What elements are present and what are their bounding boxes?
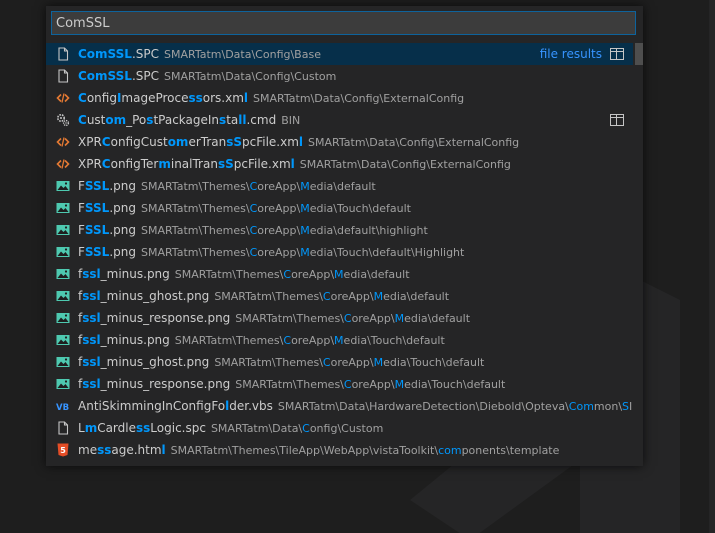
result-path: SMARTatm\Data\Config\ExternalConfig [299,158,511,171]
image-icon [56,269,70,279]
result-path: SMARTatm\Themes\CoreApp\Media\Touch\defa… [140,246,465,259]
open-to-side-icon[interactable] [610,114,624,126]
result-filename: FSSL.png SMARTatm\Themes\CoreApp\Media\de… [78,223,428,237]
results-scrollbar[interactable] [635,43,643,466]
result-filename: FSSL.png SMARTatm\Themes\CoreApp\Media\To… [78,245,465,259]
result-path: SMARTatm\Themes\CoreApp\Media\Touch\defa… [174,334,445,347]
image-icon [56,225,70,235]
result-path: SMARTatm\Themes\CoreApp\Media\default [174,268,410,281]
image-icon [56,247,70,257]
result-filename: ComSSL.SPC SMARTatm\Data\Config\Base [78,47,321,61]
result-path: SMARTatm\Themes\CoreApp\Media\Touch\defa… [214,356,485,369]
result-row[interactable]: LmCardlessLogic.spc SMARTatm\Data\Config\… [46,417,633,439]
result-row[interactable]: ConfigImageProcessors.xml SMARTatm\Data\C… [46,87,633,109]
result-filename: XPRConfigTerminalTransSpcFile.xml SMARTat… [78,157,511,171]
result-filename: ConfigImageProcessors.xml SMARTatm\Data\C… [78,91,465,105]
image-icon [56,313,70,323]
result-path: SMARTatm\Data\Config\ExternalConfig [308,136,520,149]
result-row[interactable]: fssl_minus.png SMARTatm\Themes\CoreApp\Me… [46,263,633,285]
result-filename: ComSSL.SPC SMARTatm\Data\Config\Custom [78,69,337,83]
result-path: SMARTatm\Themes\CoreApp\Media\default [235,312,471,325]
image-icon [56,291,70,301]
result-filename: Custom_PostPackageInstall.cmd BIN [78,113,301,127]
result-row[interactable]: fssl_minus_response.png SMARTatm\Themes\C… [46,307,633,329]
result-path: SMARTatm\Themes\TileApp\WebApp\vistaTool… [170,444,560,457]
result-row[interactable]: FSSL.png SMARTatm\Themes\CoreApp\Media\To… [46,197,633,219]
result-filename: fssl_minus_ghost.png SMARTatm\Themes\Core… [78,355,485,369]
result-path: SMARTatm\Data\Config\Custom [164,70,337,83]
xml-icon [56,93,70,103]
result-path: SMARTatm\Data\Config\Base [164,48,321,61]
file-results-label: file results [539,47,602,61]
file-icon [58,69,69,83]
open-to-side-icon[interactable] [610,48,624,60]
result-path: SMARTatm\Data\Config\ExternalConfig [253,92,465,105]
result-path: SMARTatm\Themes\CoreApp\Media\Touch\defa… [235,378,506,391]
quick-open-input[interactable] [51,11,636,35]
result-filename: FSSL.png SMARTatm\Themes\CoreApp\Media\de… [78,179,376,193]
result-filename: fssl_minus.png SMARTatm\Themes\CoreApp\Me… [78,267,410,281]
file-icon [58,47,69,61]
result-path: SMARTatm\Themes\CoreApp\Media\Touch\defa… [140,202,411,215]
result-filename: XPRConfigCustomerTransSpcFile.xml SMARTat… [78,135,520,149]
scrollbar-thumb[interactable] [635,43,643,65]
result-row[interactable]: FSSL.png SMARTatm\Themes\CoreApp\Media\To… [46,241,633,263]
result-filename: fssl_minus.png SMARTatm\Themes\CoreApp\Me… [78,333,445,347]
result-row[interactable]: FSSL.png SMARTatm\Themes\CoreApp\Media\de… [46,219,633,241]
result-actions [610,109,629,131]
quick-open-widget: ComSSL.SPCSMARTatm\Data\Config\Base file … [46,6,643,466]
results-list: ComSSL.SPC SMARTatm\Data\Config\Base file … [46,43,633,461]
result-row[interactable]: XPRConfigCustomerTransSpcFile.xml SMARTat… [46,131,633,153]
result-filename: fssl_minus_response.png SMARTatm\Themes\C… [78,377,506,391]
result-path: BIN [281,114,301,127]
result-row[interactable]: ComSSL.SPC SMARTatm\Data\Config\Base file … [46,43,633,65]
result-actions: file results [540,43,629,65]
file-icon [58,421,69,435]
result-filename: LmCardlessLogic.spc SMARTatm\Data\Config\… [78,421,384,435]
image-icon [56,379,70,389]
xml-icon [56,137,70,147]
vbs-icon: VB [56,403,69,413]
result-row[interactable]: Custom_PostPackageInstall.cmd BIN [46,109,633,131]
svg-text:VB: VB [56,403,69,413]
result-filename: FSSL.png SMARTatm\Themes\CoreApp\Media\To… [78,201,411,215]
result-filename: message.html SMARTatm\Themes\TileApp\WebA… [78,443,560,457]
result-filename: fssl_minus_response.png SMARTatm\Themes\C… [78,311,471,325]
image-icon [56,181,70,191]
result-path: SMARTatm\Data\HardwareDetection\Diebold\… [277,400,633,413]
result-row[interactable]: FSSL.png SMARTatm\Themes\CoreApp\Media\de… [46,175,633,197]
result-row[interactable]: fssl_minus.png SMARTatm\Themes\CoreApp\Me… [46,329,633,351]
xml-icon [56,159,70,169]
result-row[interactable]: VB AntiSkimmingInConfigFolder.vbs SMARTatm… [46,395,633,417]
scrollbar-strip [709,0,715,533]
image-icon [56,335,70,345]
result-path: SMARTatm\Themes\CoreApp\Media\default [214,290,450,303]
image-icon [56,203,70,213]
svg-text:5: 5 [60,446,66,455]
image-icon [56,357,70,367]
result-path: SMARTatm\Themes\CoreApp\Media\default [140,180,376,193]
editor-background: ComSSL.SPCSMARTatm\Data\Config\Base file … [0,0,715,533]
result-row[interactable]: XPRConfigTerminalTransSpcFile.xml SMARTat… [46,153,633,175]
result-row[interactable]: ComSSL.SPC SMARTatm\Data\Config\Custom [46,65,633,87]
result-row[interactable]: fssl_minus_response.png SMARTatm\Themes\C… [46,373,633,395]
result-path: SMARTatm\Data\Config\Custom [210,422,384,435]
html5-icon: 5 [57,443,69,457]
result-path: SMARTatm\Themes\CoreApp\Media\default\hi… [140,224,428,237]
result-filename: fssl_minus_ghost.png SMARTatm\Themes\Core… [78,289,450,303]
result-row[interactable]: 5 message.html SMARTatm\Themes\TileApp\Web… [46,439,633,461]
result-row[interactable]: fssl_minus_ghost.png SMARTatm\Themes\Core… [46,351,633,373]
gear-icon [56,113,70,127]
result-filename: AntiSkimmingInConfigFolder.vbs SMARTatm\D… [78,395,633,417]
result-row[interactable]: fssl_minus_ghost.png SMARTatm\Themes\Core… [46,285,633,307]
